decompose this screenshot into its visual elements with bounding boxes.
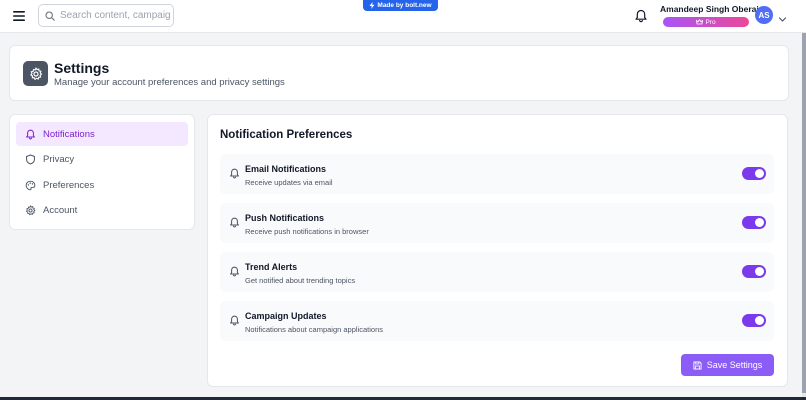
sidebar-item-label: Privacy — [43, 154, 75, 165]
pref-row-trend: Trend Alerts Get notified about trending… — [220, 252, 774, 292]
sidebar-item-privacy[interactable]: Privacy — [16, 148, 188, 172]
pref-description: Receive push notifications in browser — [245, 227, 369, 236]
page-title: Settings — [54, 60, 110, 76]
menu-button[interactable] — [10, 7, 28, 25]
search-input[interactable] — [60, 10, 170, 21]
page-subtitle: Manage your account preferences and priv… — [54, 77, 285, 88]
bell-icon — [26, 129, 35, 139]
sidebar-item-notifications[interactable]: Notifications — [16, 122, 188, 146]
bell-icon — [230, 168, 239, 179]
save-settings-button[interactable]: Save Settings — [681, 354, 774, 376]
notifications-button[interactable] — [634, 9, 648, 23]
bell-icon — [230, 217, 239, 228]
scrollbar-thumb[interactable] — [802, 33, 806, 393]
search-icon — [45, 10, 55, 21]
email-notifications-toggle[interactable] — [742, 167, 766, 180]
pref-row-email: Email Notifications Receive updates via … — [220, 154, 774, 194]
gear-icon — [29, 66, 42, 80]
bell-icon — [635, 9, 647, 23]
pro-badge: Pro — [663, 17, 749, 27]
save-button-label: Save Settings — [706, 360, 763, 370]
bolt-badge-label: Made by bolt.new — [377, 2, 432, 9]
gear-icon — [25, 205, 36, 216]
bolt-badge[interactable]: Made by bolt.new — [363, 0, 438, 11]
campaign-updates-toggle[interactable] — [742, 314, 766, 327]
pref-title: Campaign Updates — [245, 311, 327, 321]
user-menu-toggle[interactable] — [778, 11, 787, 22]
pref-title: Trend Alerts — [245, 262, 298, 272]
pro-badge-label: Pro — [705, 18, 716, 26]
notification-preferences-panel: Notification Preferences Email Notificat… — [207, 114, 788, 387]
pref-description: Get notified about trending topics — [245, 276, 356, 285]
search-box[interactable] — [38, 4, 174, 27]
save-icon — [693, 360, 702, 370]
bell-icon — [230, 315, 239, 326]
chevron-down-icon — [778, 17, 787, 22]
pref-description: Notifications about campaign application… — [245, 325, 383, 334]
push-notifications-toggle[interactable] — [742, 216, 766, 229]
pref-row-push: Push Notifications Receive push notifica… — [220, 203, 774, 243]
bell-icon — [230, 266, 239, 277]
user-name: Amandeep Singh Oberai — [660, 4, 759, 14]
bolt-icon — [369, 2, 375, 9]
sidebar-item-label: Notifications — [43, 128, 95, 140]
sidebar-item-preferences[interactable]: Preferences — [16, 173, 188, 197]
sidebar-item-label: Preferences — [43, 179, 95, 191]
crown-icon — [696, 19, 704, 25]
trend-alerts-toggle[interactable] — [742, 265, 766, 278]
top-bar: Made by bolt.new Amandeep Singh Oberai P… — [0, 0, 806, 33]
pref-row-campaign: Campaign Updates Notifications about cam… — [220, 301, 774, 341]
sidebar-item-account[interactable]: Account — [16, 199, 188, 223]
settings-sidebar: Notifications Privacy Preferences Accoun… — [9, 114, 195, 230]
pref-title: Push Notifications — [245, 213, 325, 223]
settings-header: Settings Manage your account preferences… — [9, 45, 789, 101]
user-block[interactable]: Amandeep Singh Oberai Pro — [660, 4, 759, 27]
pref-description: Receive updates via email — [245, 178, 333, 187]
sidebar-item-label: Account — [43, 205, 78, 216]
palette-icon — [25, 180, 36, 190]
avatar[interactable]: AS — [755, 6, 773, 24]
shield-icon — [26, 154, 35, 165]
settings-header-icon — [23, 61, 48, 86]
hamburger-icon — [13, 11, 25, 21]
pref-title: Email Notifications — [245, 164, 327, 174]
section-title: Notification Preferences — [220, 129, 353, 141]
